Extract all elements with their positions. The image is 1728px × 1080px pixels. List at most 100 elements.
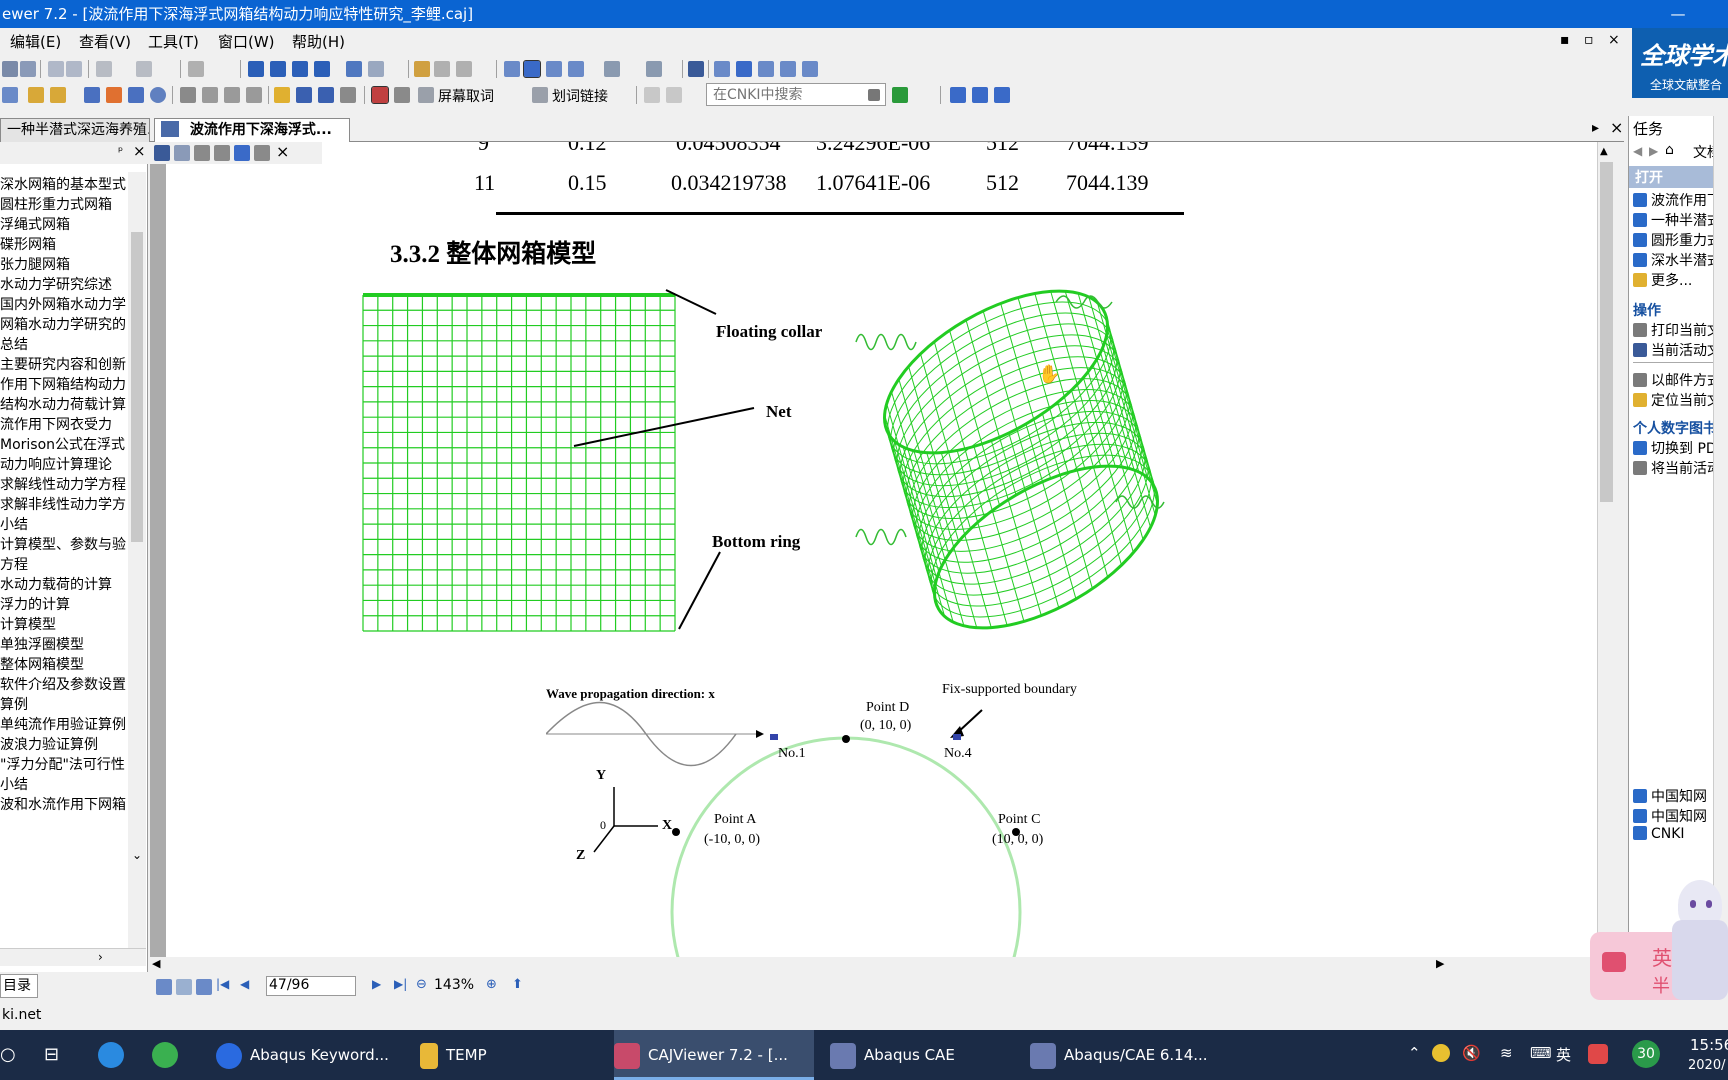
select-text-icon[interactable] — [604, 61, 620, 77]
scroll-thumb[interactable] — [131, 232, 143, 542]
find-next-icon[interactable] — [456, 61, 472, 77]
zoom-out-icon[interactable]: ⊖ — [416, 977, 427, 992]
image-icon[interactable] — [180, 87, 196, 103]
recent-doc-item[interactable]: 波流作用下 — [1633, 190, 1721, 210]
next-page-icon[interactable] — [292, 61, 308, 77]
zoom-level[interactable]: 143% — [434, 977, 474, 993]
annotate-icon[interactable] — [2, 87, 18, 103]
chevron-down-icon[interactable]: ⌄ — [132, 848, 142, 862]
cnki-link[interactable]: CNKI — [1633, 826, 1685, 842]
toc-item[interactable]: 浮力的计算 — [0, 594, 70, 614]
recent-doc-item[interactable]: 圆形重力式 — [1633, 230, 1721, 250]
toc-item[interactable]: 国内外网箱水动力学 — [0, 294, 126, 314]
chevron-up-icon[interactable]: ⌃ — [1408, 1044, 1421, 1062]
menu-tools[interactable]: 工具(T) — [148, 31, 199, 52]
toc-item[interactable]: 整体网箱模型 — [0, 654, 84, 674]
task-view-icon[interactable]: ⊟ — [44, 1044, 59, 1065]
ellipse-icon[interactable] — [150, 87, 166, 103]
minimize-icon[interactable]: — — [1668, 0, 1688, 28]
fit-page-icon[interactable] — [714, 61, 730, 77]
tab-doc-semi-submersible[interactable]: 一种半潜式深远海养殖... — [0, 118, 150, 142]
home-icon[interactable]: ⌂ — [1665, 142, 1674, 158]
print-preview-icon[interactable] — [214, 145, 230, 161]
stamp-icon[interactable] — [340, 87, 356, 103]
doc-restore-button[interactable]: ▫ — [1584, 32, 1594, 48]
more-docs-link[interactable]: 更多... — [1633, 270, 1692, 290]
info-icon[interactable] — [972, 87, 988, 103]
redo-icon[interactable] — [136, 61, 152, 77]
toc-item[interactable]: 波浪力验证算例 — [0, 734, 98, 754]
toc-item[interactable]: 碟形网箱 — [0, 234, 56, 254]
copy-icon[interactable] — [174, 145, 190, 161]
plugin-icon[interactable] — [394, 87, 410, 103]
menu-window[interactable]: 窗口(W) — [218, 31, 275, 52]
toolbar-close-icon[interactable]: × — [276, 142, 289, 161]
select-image-icon[interactable] — [646, 61, 662, 77]
sound-icon[interactable] — [246, 87, 262, 103]
sogou-icon[interactable] — [1588, 1044, 1608, 1064]
toc-item[interactable]: 动力响应计算理论 — [0, 454, 112, 474]
chevron-right-icon[interactable]: › — [98, 950, 103, 964]
toc-item[interactable]: 张力腿网箱 — [0, 254, 70, 274]
cnki-logo[interactable]: 全球学术 全球文献整合 — [1632, 28, 1728, 98]
font-icon[interactable] — [296, 87, 312, 103]
print-doc-link[interactable]: 打印当前文 — [1633, 320, 1721, 340]
pin-icon[interactable]: ᵖ — [118, 144, 123, 158]
taskbar-app-cajviewer[interactable]: CAJViewer 7.2 - [... — [614, 1030, 814, 1080]
plugin-icon[interactable] — [254, 145, 270, 161]
first-page-icon[interactable] — [248, 61, 264, 77]
toc-item[interactable]: 总结 — [0, 334, 28, 354]
last-page-icon[interactable]: ▶| — [394, 977, 407, 991]
toc-item[interactable]: 深水网箱的基本型式 — [0, 174, 126, 194]
anchor-icon[interactable] — [318, 87, 334, 103]
view-mode-icon[interactable] — [176, 979, 192, 995]
taskbar-app-abaqus-keyword[interactable]: Abaqus Keyword... — [216, 1030, 402, 1080]
fit-width-icon[interactable] — [736, 61, 752, 77]
toc-item[interactable]: 水动力学研究综述 — [0, 274, 112, 294]
desktop-mascot[interactable]: 英 半 — [1590, 860, 1728, 1000]
toc-tab[interactable]: 目录 — [0, 974, 38, 998]
cnki-link[interactable]: 中国知网 — [1633, 786, 1707, 806]
view-mode-icon[interactable] — [196, 979, 212, 995]
help-icon[interactable] — [950, 87, 966, 103]
keyboard-icon[interactable]: ⌨ — [1530, 1044, 1552, 1062]
screen-unfetch-button[interactable]: 屏幕取词 — [438, 86, 494, 106]
menu-edit[interactable]: 编辑(E) — [10, 31, 61, 52]
clock-time[interactable]: 15:56 — [1690, 1036, 1728, 1054]
toc-item[interactable]: 圆柱形重力式网箱 — [0, 194, 112, 214]
scroll-up-icon[interactable]: ▲ — [1600, 146, 1608, 157]
browser-icon[interactable] — [152, 1042, 178, 1068]
scroll-left-icon[interactable]: ◀ — [152, 957, 160, 970]
save-icon[interactable] — [154, 145, 170, 161]
copy-icon[interactable] — [48, 61, 64, 77]
zoom-out-icon[interactable] — [780, 61, 796, 77]
toc-item[interactable]: 单独浮圈模型 — [0, 634, 84, 654]
edge-icon[interactable] — [98, 1042, 124, 1068]
prev-page-icon[interactable] — [270, 61, 286, 77]
book-view-icon[interactable] — [568, 61, 584, 77]
clock-date[interactable]: 2020/ — [1688, 1058, 1725, 1073]
find-icon[interactable] — [414, 61, 430, 77]
toc-item[interactable]: 求解非线性动力学方 — [0, 494, 126, 514]
picture-icon[interactable] — [234, 145, 250, 161]
toc-item[interactable]: 结构水动力荷载计算 — [0, 394, 126, 414]
find-prev-icon[interactable] — [434, 61, 450, 77]
undo-icon[interactable] — [96, 61, 112, 77]
network-plus-icon[interactable] — [1432, 1044, 1450, 1062]
taskbar-app-temp[interactable]: TEMP — [420, 1030, 600, 1080]
taskbar-app-abaqus-cae-614[interactable]: Abaqus/CAE 6.14... — [1030, 1030, 1230, 1080]
toc-item[interactable]: 计算模型、参数与验 — [0, 534, 126, 554]
tab-doc-wave-current[interactable]: 波流作用下深海浮式... — [154, 118, 350, 142]
continuous-page-icon[interactable] — [523, 60, 541, 78]
open-icon[interactable] — [2, 61, 18, 77]
toc-item[interactable]: 求解线性动力学方程 — [0, 474, 126, 494]
facing-page-icon[interactable] — [546, 61, 562, 77]
toc-scrollbar[interactable]: ⌄ — [128, 172, 146, 948]
text-box-icon[interactable] — [202, 87, 218, 103]
about-icon[interactable] — [994, 87, 1010, 103]
menu-view[interactable]: 查看(V) — [79, 31, 131, 52]
rotate-icon[interactable] — [188, 61, 204, 77]
next-page-icon[interactable]: ▶ — [372, 977, 381, 991]
document-page[interactable]: 9 0.12 0.04508354 3.24296E-06 512 7044.1… — [166, 142, 1608, 957]
toc-item[interactable]: 主要研究内容和创新 — [0, 354, 126, 374]
